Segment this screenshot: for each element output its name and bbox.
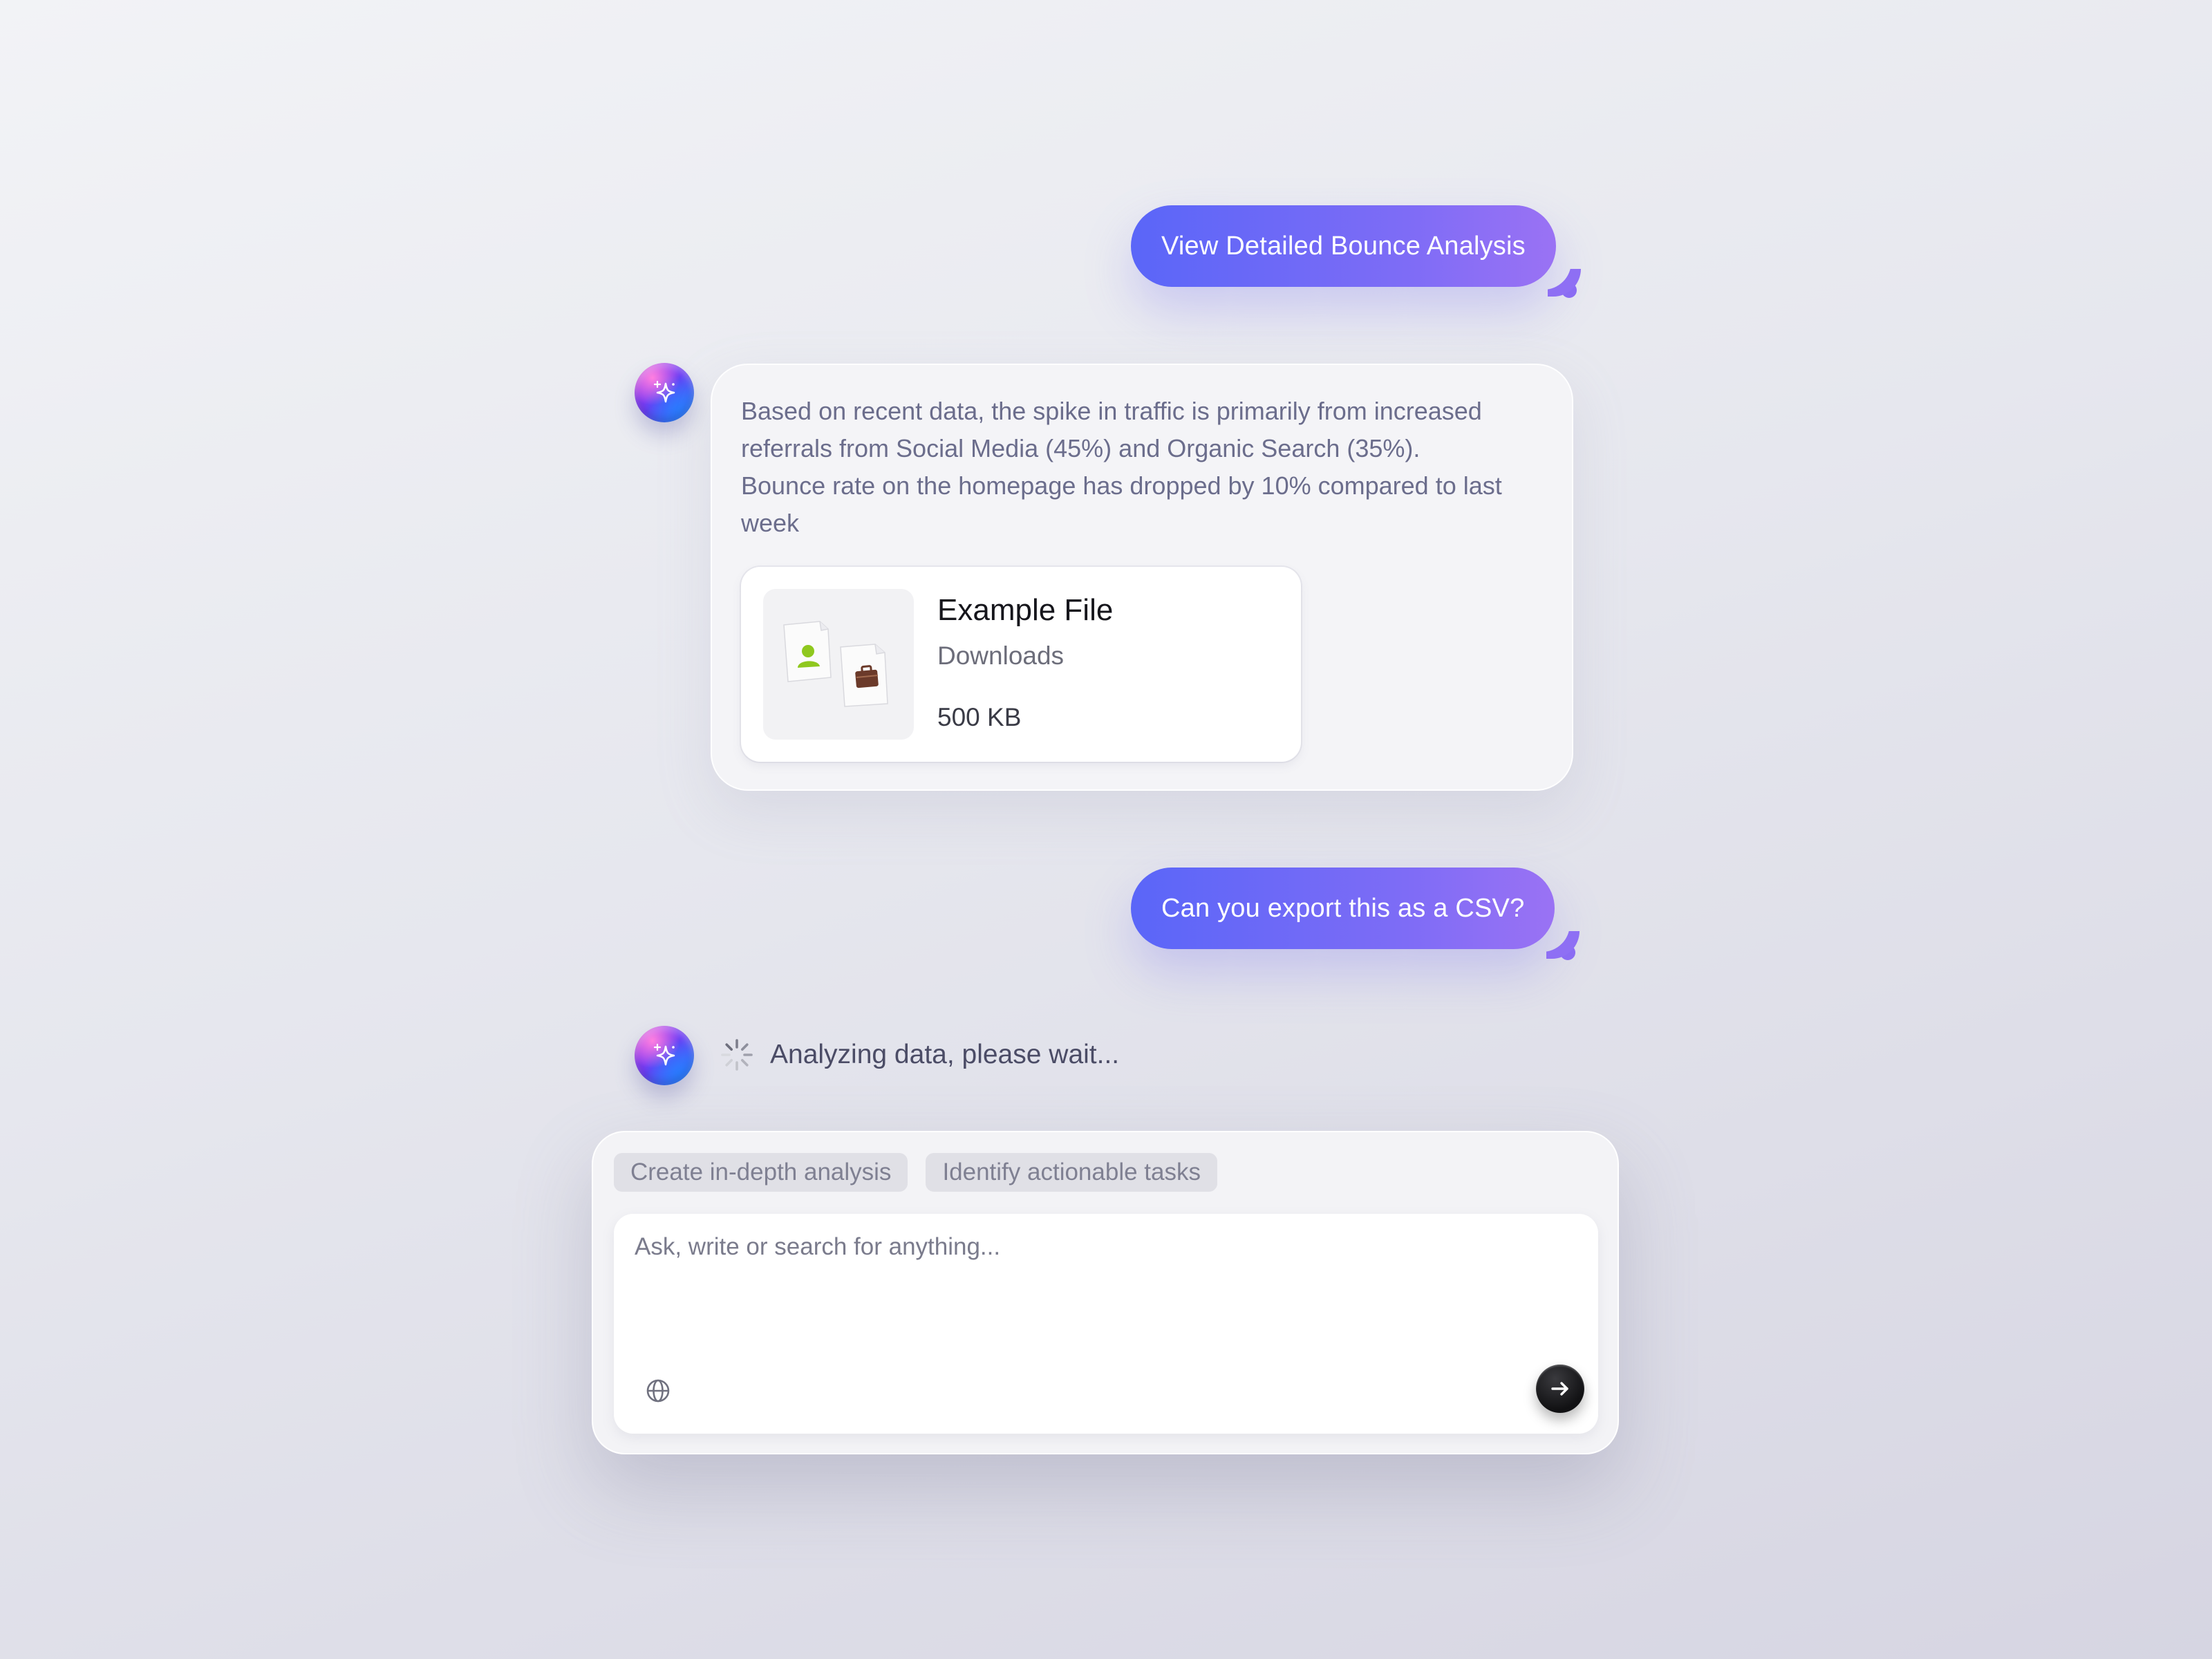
file-size: 500 KB bbox=[937, 703, 1022, 731]
file-location: Downloads bbox=[937, 641, 1065, 670]
briefcase-document-icon bbox=[840, 644, 888, 707]
sparkle-icon bbox=[653, 1043, 675, 1066]
status-text: Analyzing data, please wait... bbox=[770, 1040, 1120, 1069]
user-document-icon bbox=[783, 621, 832, 682]
file-name: Example File bbox=[937, 593, 1114, 627]
user-message-bubble: Can you export this as a CSV? bbox=[1131, 868, 1576, 960]
suggestion-chip-identify-tasks[interactable]: Identify actionable tasks bbox=[926, 1153, 1217, 1192]
globe-icon bbox=[646, 1379, 670, 1403]
user-message-text: Can you export this as a CSV? bbox=[1161, 893, 1525, 923]
arrow-right-icon bbox=[1551, 1382, 1568, 1396]
suggestion-chip-create-analysis[interactable]: Create in-depth analysis bbox=[614, 1153, 908, 1192]
file-attachment-card[interactable]: Example File Downloads 500 KB bbox=[741, 567, 1301, 762]
file-thumbnail bbox=[763, 589, 914, 740]
send-button[interactable] bbox=[1536, 1365, 1584, 1413]
assistant-message-line: referrals from Social Media (45%) and Or… bbox=[741, 434, 1421, 462]
bubble-tail bbox=[1560, 945, 1576, 960]
sparkle-icon bbox=[653, 380, 675, 403]
assistant-message-line: Bounce rate on the homepage has dropped … bbox=[741, 471, 1502, 500]
assistant-message-line: week bbox=[741, 509, 800, 537]
message-input-box bbox=[614, 1214, 1598, 1434]
assistant-message-text: Based on recent data, the spike in traff… bbox=[741, 393, 1550, 542]
message-input[interactable] bbox=[635, 1233, 1533, 1330]
user-message-text: View Detailed Bounce Analysis bbox=[1161, 231, 1526, 261]
user-message-bubble: View Detailed Bounce Analysis bbox=[1131, 205, 1577, 298]
composer-panel: Create in-depth analysis Identify action… bbox=[592, 1131, 1619, 1454]
suggestion-chips: Create in-depth analysis Identify action… bbox=[614, 1153, 1217, 1192]
bubble-tail bbox=[1561, 283, 1577, 298]
assistant-message-card: Based on recent data, the spike in traff… bbox=[711, 364, 1573, 791]
assistant-avatar bbox=[635, 1026, 694, 1085]
web-search-button[interactable] bbox=[641, 1374, 675, 1407]
assistant-status: Analyzing data, please wait... bbox=[719, 1034, 1119, 1076]
spinner-icon bbox=[721, 1039, 753, 1071]
assistant-avatar bbox=[635, 363, 694, 422]
assistant-message-line: Based on recent data, the spike in traff… bbox=[741, 397, 1482, 425]
